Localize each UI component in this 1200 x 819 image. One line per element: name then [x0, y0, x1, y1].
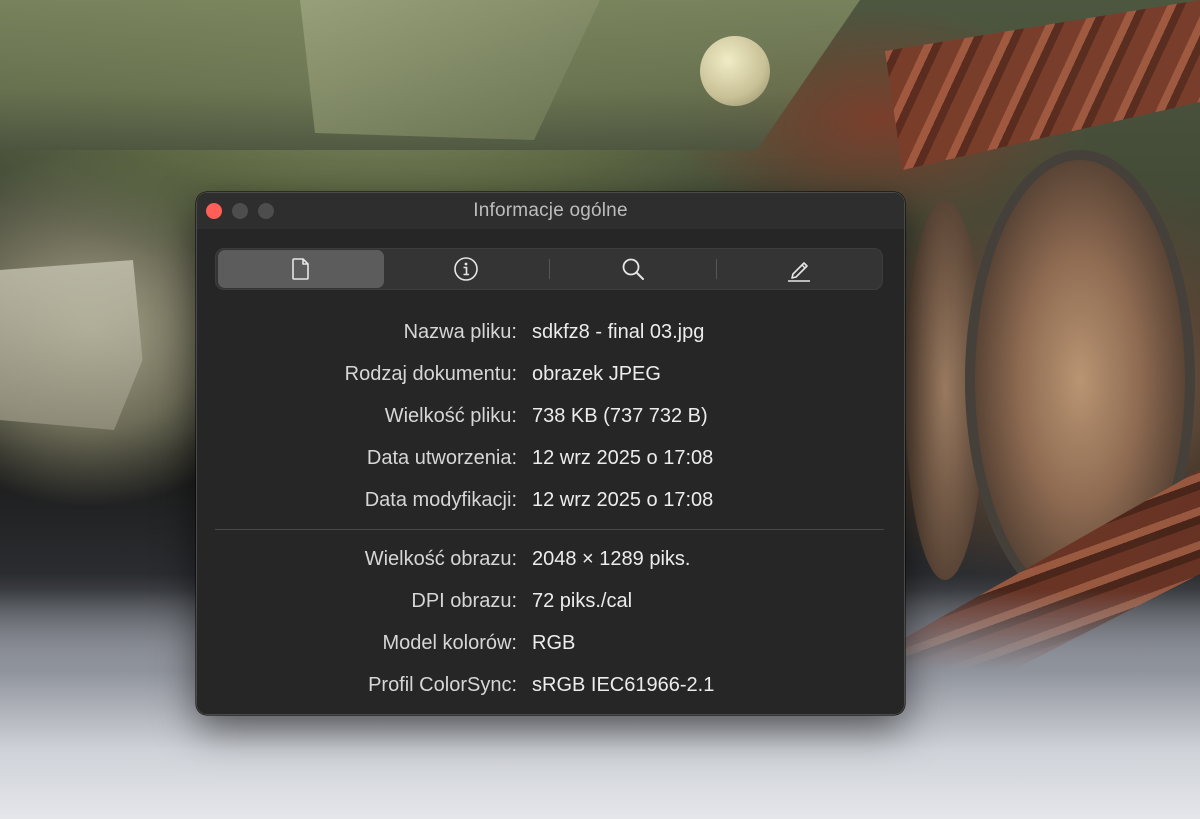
row-label: Wielkość obrazu:	[364, 547, 517, 570]
section-divider	[215, 529, 884, 530]
row-value: RGB	[532, 631, 576, 654]
document-icon	[291, 258, 309, 280]
tab-general[interactable]	[218, 250, 384, 288]
row-label: DPI obrazu:	[411, 589, 517, 612]
background-photo-bracket	[0, 260, 143, 430]
row-label: Rodzaj dokumentu:	[344, 362, 517, 385]
row-label: Data modyfikacji:	[364, 488, 517, 511]
info-row-image-size: Wielkość obrazu: 2048 × 1289 piks.	[197, 538, 904, 580]
tab-more-info[interactable]	[384, 250, 550, 288]
magnifier-icon	[622, 258, 644, 280]
info-row-created: Data utworzenia: 12 wrz 2025 o 17:08	[197, 437, 904, 479]
row-label: Profil ColorSync:	[368, 673, 517, 696]
title-bar[interactable]: Informacje ogólne	[197, 193, 904, 229]
tab-edit[interactable]	[717, 250, 883, 288]
background-photo-knob	[700, 36, 770, 106]
window-controls	[206, 203, 274, 219]
info-tabs	[215, 248, 883, 290]
info-row-file-size: Wielkość pliku: 738 KB (737 732 B)	[197, 395, 904, 437]
row-label: Model kolorów:	[382, 631, 517, 654]
info-row-document-type: Rodzaj dokumentu: obrazek JPEG	[197, 353, 904, 395]
info-row-color-model: Model kolorów: RGB	[197, 622, 904, 664]
row-value: 12 wrz 2025 o 17:08	[532, 488, 714, 511]
desktop-background: Informacje ogólne Nazwa pliku: sdkfz8 - …	[0, 0, 1200, 819]
info-window: Informacje ogólne Nazwa pliku: sdkfz8 - …	[196, 192, 905, 715]
row-label: Nazwa pliku:	[403, 320, 517, 343]
row-label: Wielkość pliku:	[384, 404, 517, 427]
row-value: 2048 × 1289 piks.	[532, 547, 691, 570]
row-value: sRGB IEC61966-2.1	[532, 673, 715, 696]
row-label: Data utworzenia:	[366, 446, 517, 469]
info-circle-icon	[454, 257, 479, 281]
window-title: Informacje ogólne	[473, 200, 628, 221]
info-row-color-profile: Profil ColorSync: sRGB IEC61966-2.1	[197, 664, 904, 706]
row-value: obrazek JPEG	[532, 362, 661, 385]
tab-search[interactable]	[550, 250, 716, 288]
info-rows: Nazwa pliku: sdkfz8 - final 03.jpg Rodza…	[197, 311, 904, 706]
row-value: sdkfz8 - final 03.jpg	[532, 320, 705, 343]
minimize-button[interactable]	[232, 203, 248, 219]
background-photo-track	[885, 0, 1200, 170]
info-row-image-dpi: DPI obrazu: 72 piks./cal	[197, 580, 904, 622]
row-value: 12 wrz 2025 o 17:08	[532, 446, 714, 469]
pencil-icon	[788, 262, 811, 282]
close-button[interactable]	[206, 203, 222, 219]
info-row-modified: Data modyfikacji: 12 wrz 2025 o 17:08	[197, 479, 904, 521]
info-row-file-name: Nazwa pliku: sdkfz8 - final 03.jpg	[197, 311, 904, 353]
row-value: 72 piks./cal	[532, 589, 633, 612]
row-value: 738 KB (737 732 B)	[532, 404, 708, 427]
zoom-button[interactable]	[258, 203, 274, 219]
